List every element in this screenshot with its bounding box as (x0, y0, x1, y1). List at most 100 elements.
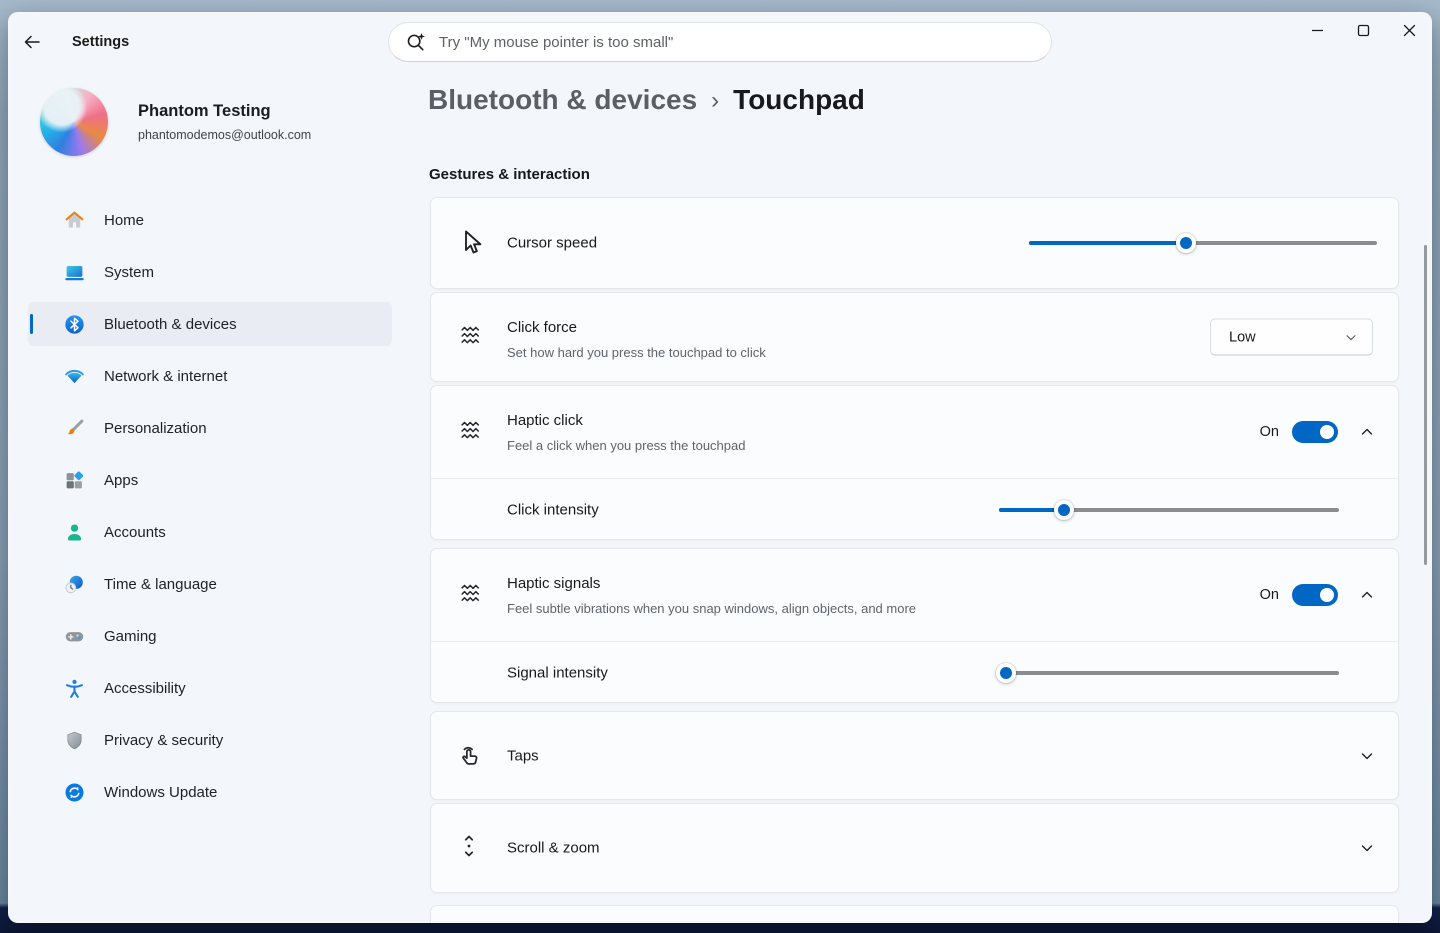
settings-window: Settings Phantom Testing phantomodemos@o… (8, 12, 1432, 923)
network-icon (64, 366, 85, 387)
scroll-zoom-expand-button[interactable] (1352, 833, 1382, 863)
haptic-click-header-row[interactable]: Haptic click Feel a click when you press… (431, 386, 1398, 478)
apps-icon (64, 470, 85, 491)
haptic-click-description: Feel a click when you press the touchpad (507, 438, 745, 453)
cursor-speed-slider[interactable] (1029, 233, 1377, 253)
click-force-dropdown[interactable]: Low (1210, 319, 1373, 356)
back-button[interactable] (22, 24, 60, 60)
sidebar-item-accessibility[interactable]: Accessibility (28, 666, 392, 710)
signal-intensity-slider[interactable] (999, 663, 1339, 683)
cursor-icon (456, 228, 486, 258)
haptic-click-card: Haptic click Feel a click when you press… (430, 385, 1399, 540)
tap-gesture-icon (456, 741, 486, 771)
haptic-signals-header-row[interactable]: Haptic signals Feel subtle vibrations wh… (431, 549, 1398, 641)
search-input[interactable] (439, 34, 1035, 51)
time-language-icon (64, 574, 85, 595)
sidebar-item-privacy-security[interactable]: Privacy & security (28, 718, 392, 762)
cursor-speed-label: Cursor speed (507, 235, 597, 252)
search-sparkle-icon (405, 31, 427, 53)
accessibility-icon (64, 678, 85, 699)
sidebar-item-gaming[interactable]: Gaming (28, 614, 392, 658)
breadcrumb-separator-icon: › (711, 85, 719, 115)
sidebar-item-time-language[interactable]: Time & language (28, 562, 392, 606)
scroll-arrows-icon (456, 833, 486, 863)
window-controls (1294, 12, 1432, 49)
sidebar-item-home[interactable]: Home (28, 198, 392, 242)
click-intensity-label: Click intensity (507, 502, 599, 519)
chevron-down-icon (1344, 330, 1358, 344)
breadcrumb-parent[interactable]: Bluetooth & devices (428, 84, 697, 116)
accounts-icon (64, 522, 85, 543)
haptic-click-label: Haptic click (507, 412, 583, 429)
scroll-zoom-label: Scroll & zoom (507, 840, 600, 857)
personalization-icon (64, 418, 85, 439)
haptic-signals-toggle[interactable] (1292, 584, 1338, 606)
taps-card: Taps (430, 711, 1399, 800)
toggle-knob (1320, 425, 1334, 439)
minimize-button[interactable] (1294, 12, 1340, 49)
back-arrow-icon (22, 32, 42, 52)
breadcrumb: Bluetooth & devices › Touchpad (428, 84, 865, 116)
system-icon (64, 262, 85, 283)
sidebar-item-system[interactable]: System (28, 250, 392, 294)
close-button[interactable] (1386, 12, 1432, 49)
click-force-dropdown-value: Low (1229, 329, 1256, 345)
scroll-zoom-header-row[interactable]: Scroll & zoom (431, 804, 1398, 892)
gaming-icon (64, 626, 85, 647)
section-heading: Gestures & interaction (429, 166, 590, 183)
taps-expand-button[interactable] (1352, 741, 1382, 771)
sidebar-item-apps[interactable]: Apps (28, 458, 392, 502)
slider-thumb[interactable] (996, 663, 1016, 683)
slider-thumb[interactable] (1176, 233, 1196, 253)
signal-intensity-row: Signal intensity (431, 642, 1398, 704)
haptic-click-toggle-group: On (1260, 421, 1338, 443)
click-force-card: Click force Set how hard you press the t… (430, 292, 1399, 382)
next-card-partial (430, 905, 1399, 923)
haptic-waves-icon (456, 417, 486, 447)
haptic-waves-icon (456, 580, 486, 610)
taps-header-row[interactable]: Taps (431, 712, 1398, 799)
haptic-signals-collapse-button[interactable] (1352, 580, 1382, 610)
app-title: Settings (72, 34, 129, 50)
chevron-down-icon (1359, 840, 1375, 856)
sidebar-item-network-internet[interactable]: Network & internet (28, 354, 392, 398)
cursor-speed-row: Cursor speed (431, 198, 1398, 288)
haptic-signals-toggle-group: On (1260, 584, 1338, 606)
page-title: Touchpad (733, 84, 865, 116)
chevron-down-icon (1359, 748, 1375, 764)
avatar (40, 88, 108, 156)
bluetooth-icon (64, 314, 85, 335)
maximize-button[interactable] (1340, 12, 1386, 49)
sidebar-item-personalization[interactable]: Personalization (28, 406, 392, 450)
home-icon (64, 210, 85, 231)
haptic-signals-label: Haptic signals (507, 575, 600, 592)
click-intensity-row: Click intensity (431, 479, 1398, 541)
haptic-click-collapse-button[interactable] (1352, 417, 1382, 447)
user-profile[interactable]: Phantom Testing phantomodemos@outlook.co… (32, 88, 392, 158)
privacy-security-icon (64, 730, 85, 751)
sidebar-nav: Home System Bluetooth & devices (28, 198, 392, 814)
sidebar-item-windows-update[interactable]: Windows Update (28, 770, 392, 814)
haptic-click-toggle-label: On (1260, 424, 1279, 440)
click-force-description: Set how hard you press the touchpad to c… (507, 345, 766, 360)
sidebar-item-bluetooth-devices[interactable]: Bluetooth & devices (28, 302, 392, 346)
click-intensity-slider[interactable] (999, 500, 1339, 520)
search-box[interactable] (388, 22, 1052, 62)
cursor-speed-card: Cursor speed (430, 197, 1399, 289)
slider-fill (1029, 241, 1186, 245)
haptic-waves-icon (456, 322, 486, 352)
vertical-scrollbar[interactable] (1424, 245, 1427, 565)
click-force-row: Click force Set how hard you press the t… (431, 293, 1398, 381)
slider-thumb[interactable] (1054, 500, 1074, 520)
haptic-click-toggle[interactable] (1292, 421, 1338, 443)
user-email: phantomodemos@outlook.com (138, 128, 311, 142)
haptic-signals-description: Feel subtle vibrations when you snap win… (507, 601, 916, 616)
sidebar-item-accounts[interactable]: Accounts (28, 510, 392, 554)
user-name: Phantom Testing (138, 102, 271, 121)
haptic-signals-toggle-label: On (1260, 587, 1279, 603)
toggle-knob (1320, 588, 1334, 602)
scroll-zoom-card: Scroll & zoom (430, 803, 1399, 893)
taps-label: Taps (507, 747, 539, 764)
slider-track[interactable] (999, 671, 1339, 675)
chevron-up-icon (1359, 587, 1375, 603)
